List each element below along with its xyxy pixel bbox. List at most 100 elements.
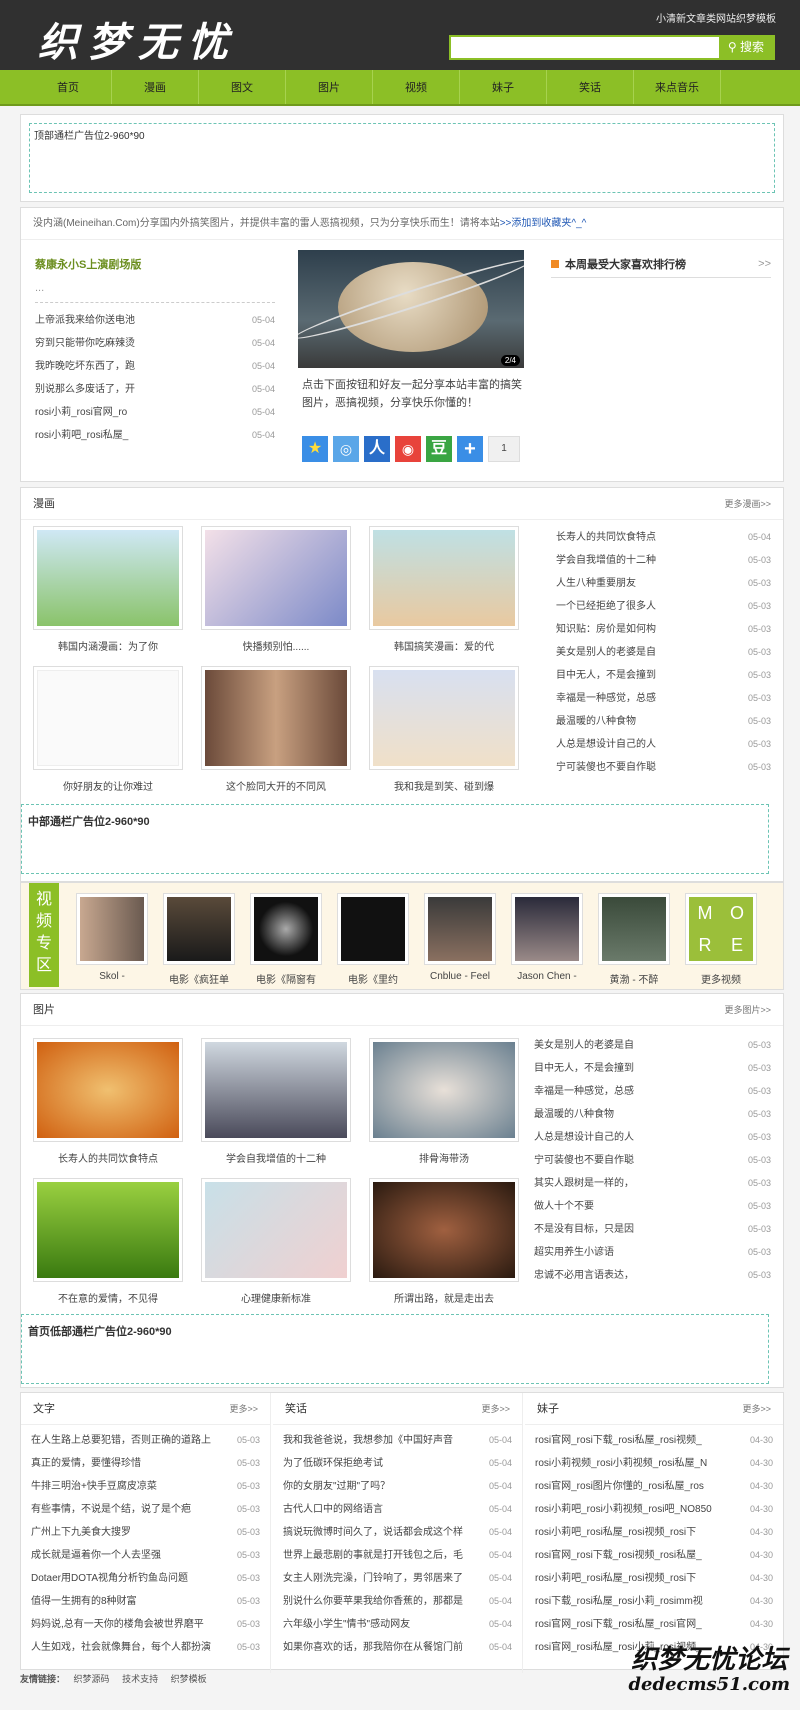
list-item[interactable]: 古代人口中的网络语言 05-04 <box>283 1498 512 1521</box>
list-item[interactable]: 你的女朋友"过期"了吗？ 05-04 <box>283 1475 512 1498</box>
list-item[interactable]: 一个已经拒绝了很多人 05-03 <box>556 595 771 618</box>
qzone-share-icon[interactable]: ★ <box>302 436 328 462</box>
list-item[interactable]: 女主人刚洗完澡，门铃响了，男邻居来了 05-04 <box>283 1567 512 1590</box>
list-item[interactable]: 超实用养生小谚语 05-03 <box>534 1241 771 1264</box>
list-item[interactable]: rosi小莉吧_rosi私屋_rosi视频_rosi下 04-30 <box>535 1521 773 1544</box>
more-video-tile[interactable]: M O R E 更多视频 <box>678 893 764 986</box>
list-item[interactable]: rosi官网_rosi下载_rosi私屋_rosi视频_ 04-30 <box>535 1429 773 1452</box>
list-item[interactable]: 人总是想设计自己的人 05-03 <box>534 1126 771 1149</box>
top-ad[interactable]: 顶部通栏广告位2-960*90 <box>29 123 775 193</box>
list-item[interactable]: 我和我爸爸说，我想参加《中国好声音 05-04 <box>283 1429 512 1452</box>
slider-image[interactable]: 2/4 <box>298 250 524 368</box>
list-item[interactable]: 如果你喜欢的话，那我陪你在从餐馆门前 05-04 <box>283 1636 512 1659</box>
list-item[interactable]: 在人生路上总要犯错，否则正确的道路上 05-03 <box>31 1429 260 1452</box>
nav-item-articles[interactable]: 图文 <box>199 70 286 104</box>
friend-link[interactable]: 织梦模板 <box>171 1674 207 1684</box>
list-item[interactable]: 做人十个不要 05-03 <box>534 1195 771 1218</box>
list-item[interactable]: 宁可装傻也不要自作聪 05-03 <box>556 756 771 779</box>
list-item[interactable]: 有些事情，不说是个结，说了是个疤 05-03 <box>31 1498 260 1521</box>
nav-item-video[interactable]: 视频 <box>373 70 460 104</box>
list-item[interactable]: 宁可装傻也不要自作聪 05-03 <box>534 1149 771 1172</box>
list-item[interactable]: 长寿人的共同饮食特点 05-04 <box>556 526 771 549</box>
list-item[interactable]: rosi小莉_rosi官网_ro 05-04 <box>35 401 275 424</box>
list-item[interactable]: 美女是别人的老婆是自 05-03 <box>556 641 771 664</box>
video-thumb[interactable]: Jason Chen - <box>504 893 590 982</box>
list-item[interactable]: rosi小莉视频_rosi小莉视频_rosi私屋_N 04-30 <box>535 1452 773 1475</box>
list-item[interactable]: rosi下载_rosi私屋_rosi小莉_rosimm视 04-30 <box>535 1590 773 1613</box>
friend-link[interactable]: 织梦源码 <box>74 1674 110 1684</box>
slider-counter[interactable]: 2/4 <box>500 355 520 366</box>
video-thumb[interactable]: 电影《隔窗有 <box>243 893 329 986</box>
picture-thumb[interactable]: 学会自我增值的十二种 <box>201 1038 351 1165</box>
picture-thumb[interactable]: 长寿人的共同饮食特点 <box>33 1038 183 1165</box>
list-item[interactable]: 幸福是一种感觉，总感 05-03 <box>534 1080 771 1103</box>
pictures-more[interactable]: 更多图片>> <box>724 994 771 1025</box>
list-item[interactable]: 成长就是逼着你一个人去坚强 05-03 <box>31 1544 260 1567</box>
nav-item-girls[interactable]: 妹子 <box>460 70 547 104</box>
friend-link[interactable]: 技术支持 <box>122 1674 158 1684</box>
list-item[interactable]: rosi小莉吧_rosi小莉视频_rosi吧_NO850 04-30 <box>535 1498 773 1521</box>
picture-thumb[interactable]: 不在意的爱情，不见得 <box>33 1178 183 1305</box>
video-thumb[interactable]: 电影《里约 <box>330 893 416 986</box>
middle-ad[interactable]: 中部通栏广告位2-960*90 <box>21 804 769 874</box>
list-item[interactable]: 别说那么多废话了，开 05-04 <box>35 378 275 401</box>
nav-item-jokes[interactable]: 笑话 <box>547 70 634 104</box>
nav-item-pictures[interactable]: 图片 <box>286 70 373 104</box>
tencent-weibo-icon[interactable]: ◎ <box>333 436 359 462</box>
list-item[interactable]: 其实人跟树是一样的， 05-03 <box>534 1172 771 1195</box>
comic-thumb[interactable]: 快播频别怕...... <box>201 526 351 653</box>
list-item[interactable]: 别说什么你要苹果我给你香蕉的，那都是 05-04 <box>283 1590 512 1613</box>
list-item[interactable]: Dotaer用DOTA视角分析钓鱼岛问题 05-03 <box>31 1567 260 1590</box>
video-thumb[interactable]: Skol - <box>69 893 155 982</box>
list-item[interactable]: rosi官网_rosi下载_rosi私屋_rosi官网_ 04-30 <box>535 1613 773 1636</box>
list-item[interactable]: 穷到只能带你吃麻辣烫 05-04 <box>35 332 275 355</box>
picture-thumb[interactable]: 所谓出路，就是走出去 <box>369 1178 519 1305</box>
list-item[interactable]: 广州上下九美食大搜罗 05-03 <box>31 1521 260 1544</box>
nav-item-comics[interactable]: 漫画 <box>112 70 199 104</box>
nav-item-music[interactable]: 来点音乐 <box>634 70 721 104</box>
list-item[interactable]: 最温暖的八种食物 05-03 <box>534 1103 771 1126</box>
nav-item-home[interactable]: 首页 <box>25 70 112 104</box>
rank-more[interactable]: >> <box>758 258 771 270</box>
list-item[interactable]: 为了低碳环保拒绝考试 05-04 <box>283 1452 512 1475</box>
list-item[interactable]: 人生八种重要朋友 05-03 <box>556 572 771 595</box>
list-item[interactable]: 六年级小学生"情书"感动网友 05-04 <box>283 1613 512 1636</box>
picture-thumb[interactable]: 排骨海带汤 <box>369 1038 519 1165</box>
list-item[interactable]: 我昨晚吃坏东西了，跑 05-04 <box>35 355 275 378</box>
renren-share-icon[interactable]: 人 <box>364 436 390 462</box>
list-item[interactable]: 人生如戏，社会就像舞台，每个人都扮演 05-03 <box>31 1636 260 1659</box>
video-thumb[interactable]: 黄渤 - 不醉 <box>591 893 677 986</box>
list-item[interactable]: rosi官网_rosi图片你懂的_rosi私屋_ros 04-30 <box>535 1475 773 1498</box>
comic-thumb[interactable]: 韩国内涵漫画：为了你 <box>33 526 183 653</box>
douban-share-icon[interactable]: 豆 <box>426 436 452 462</box>
list-item[interactable]: 不是没有目标，只是因 05-03 <box>534 1218 771 1241</box>
list-item[interactable]: 人总是想设计自己的人 05-03 <box>556 733 771 756</box>
comics-more[interactable]: 更多漫画>> <box>724 488 771 519</box>
comic-thumb[interactable]: 我和我是到笑、碰到爆 <box>369 666 519 793</box>
list-item[interactable]: 忠诚不必用言语表达， 05-03 <box>534 1264 771 1287</box>
site-logo[interactable]: 织梦无忧 <box>38 10 238 68</box>
list-item[interactable]: 最温暖的八种食物 05-03 <box>556 710 771 733</box>
picture-thumb[interactable]: 心理健康新标准 <box>201 1178 351 1305</box>
list-item[interactable]: rosi小莉吧_rosi私屋_ 05-04 <box>35 424 275 447</box>
list-item[interactable]: 世界上最悲剧的事就是打开钱包之后，毛 05-04 <box>283 1544 512 1567</box>
comic-thumb[interactable]: 韩国搞笑漫画：爱的代 <box>369 526 519 653</box>
list-item[interactable]: 搞说玩微博时间久了，说话都会成这个样 05-04 <box>283 1521 512 1544</box>
comic-thumb[interactable]: 你好朋友的让你难过 <box>33 666 183 793</box>
search-button[interactable]: ⚲ 搜索 <box>719 37 773 58</box>
list-item[interactable]: 上帝派我来给你送电池 05-04 <box>35 309 275 332</box>
video-thumb[interactable]: 电影《疯狂单 <box>156 893 242 986</box>
list-item[interactable]: 目中无人，不是会撞到 05-03 <box>556 664 771 687</box>
sina-weibo-icon[interactable]: ◉ <box>395 436 421 462</box>
video-thumb[interactable]: Cnblue - Feel <box>417 893 503 982</box>
list-item[interactable]: 幸福是一种感觉，总感 05-03 <box>556 687 771 710</box>
list-item[interactable]: 学会自我增值的十二种 05-03 <box>556 549 771 572</box>
list-item[interactable]: 美女是别人的老婆是自 05-03 <box>534 1034 771 1057</box>
list-item[interactable]: 牛排三明治+快手豆腐皮凉菜 05-03 <box>31 1475 260 1498</box>
comic-thumb[interactable]: 这个脸同大开的不同风 <box>201 666 351 793</box>
search-input[interactable] <box>451 37 719 58</box>
more-share-icon[interactable]: + <box>457 436 483 462</box>
list-item[interactable]: rosi小莉吧_rosi私屋_rosi视频_rosi下 04-30 <box>535 1567 773 1590</box>
list-item[interactable]: 真正的爱情，要懂得珍惜 05-03 <box>31 1452 260 1475</box>
bottom-ad[interactable]: 首页低部通栏广告位2-960*90 <box>21 1314 769 1384</box>
